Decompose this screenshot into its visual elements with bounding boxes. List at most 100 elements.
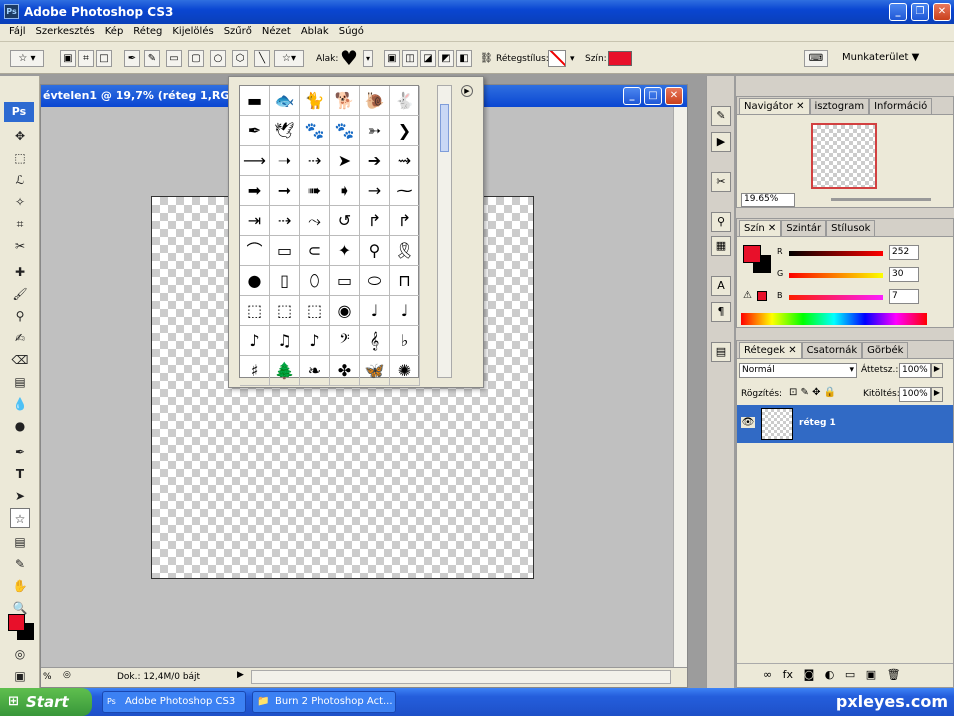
polygon-shape-icon[interactable]: ⬡ xyxy=(232,50,248,67)
clone-stamp-icon[interactable]: ⚲ xyxy=(10,306,30,326)
layer-visibility-eye-icon[interactable]: 👁 xyxy=(741,417,755,428)
blur-tool-icon[interactable]: 💧 xyxy=(10,394,30,414)
shape-cell[interactable]: 🐾 xyxy=(330,116,360,146)
close-button[interactable]: ✕ xyxy=(933,3,951,21)
opacity-arrow[interactable]: ▶ xyxy=(931,363,943,378)
menu-edit[interactable]: Szerkesztés xyxy=(31,24,100,41)
tab-info[interactable]: Információ xyxy=(869,98,933,114)
slice-tool-icon[interactable]: ✂ xyxy=(10,236,30,256)
shape-cell[interactable]: ▯ xyxy=(270,266,300,296)
dock-paragraph-icon[interactable]: ¶ xyxy=(711,302,731,322)
tab-histogram[interactable]: isztogram xyxy=(809,98,870,114)
zoom-readout[interactable]: % xyxy=(43,672,52,682)
paths-icon[interactable]: ⌗ xyxy=(78,50,94,67)
dock-tools-icon[interactable]: ✂ xyxy=(711,172,731,192)
doc-close-button[interactable]: ✕ xyxy=(665,87,683,105)
navigator-preview[interactable] xyxy=(811,123,877,189)
shape-cell[interactable]: ⟶ xyxy=(240,146,270,176)
ellipse-shape-icon[interactable]: ○ xyxy=(210,50,226,67)
shape-cell[interactable]: ➡ xyxy=(240,176,270,206)
shape-cell[interactable]: ⤳ xyxy=(300,206,330,236)
custom-shape-tool-icon[interactable]: ☆ xyxy=(10,508,30,528)
shape-cell[interactable]: ✒ xyxy=(240,116,270,146)
adjustment-layer-icon[interactable]: ◐ xyxy=(825,668,835,681)
start-button[interactable]: ⊞ Start xyxy=(0,688,92,716)
shape-cell[interactable]: ⇢ xyxy=(300,146,330,176)
shape-cell[interactable]: ⇢ xyxy=(270,206,300,236)
screen-mode-icon[interactable]: ▣ xyxy=(10,666,30,686)
shape-cell[interactable]: ⚲ xyxy=(360,236,390,266)
shape-cell[interactable]: 🌲 xyxy=(270,356,300,386)
shape-cell[interactable]: ↱ xyxy=(360,206,390,236)
shape-cell[interactable]: ➝ xyxy=(270,146,300,176)
workspace-menu[interactable]: Munkaterület ▼ xyxy=(842,52,919,63)
shape-cell[interactable]: ⬚ xyxy=(240,296,270,326)
shape-cell[interactable]: ♪ xyxy=(240,326,270,356)
opacity-field[interactable]: 100% xyxy=(899,363,931,378)
shape-cell[interactable]: 🦋 xyxy=(360,356,390,386)
minimize-button[interactable]: _ xyxy=(889,3,907,21)
ps-logo[interactable]: Ps xyxy=(4,102,34,122)
history-brush-icon[interactable]: ✍ xyxy=(10,328,30,348)
menu-help[interactable]: Súgó xyxy=(334,24,369,41)
g-slider[interactable] xyxy=(789,273,883,278)
brush-tool-icon[interactable]: 🖌 xyxy=(10,284,30,304)
picker-scrollbar[interactable] xyxy=(437,85,452,378)
hand-tool-icon[interactable]: ✋ xyxy=(10,576,30,596)
r-value-field[interactable]: 252 xyxy=(889,245,919,260)
dock-brush-icon[interactable]: ✎ xyxy=(711,106,731,126)
menu-view[interactable]: Nézet xyxy=(257,24,296,41)
picker-menu-icon[interactable]: ▶ xyxy=(461,85,473,97)
b-slider[interactable] xyxy=(789,295,883,300)
freeform-pen-icon[interactable]: ✎ xyxy=(144,50,160,67)
lasso-tool-icon[interactable]: ℒ xyxy=(10,170,30,190)
custom-shape-icon[interactable]: ☆▾ xyxy=(274,50,304,67)
delete-layer-icon[interactable]: 🗑 xyxy=(887,668,901,681)
shape-cell[interactable]: 🐈 xyxy=(300,86,330,116)
rounded-rectangle-icon[interactable]: ▢ xyxy=(188,50,204,67)
shape-color-swatch[interactable] xyxy=(608,51,632,66)
shape-cell[interactable]: ♪ xyxy=(300,326,330,356)
gamut-warning-icon[interactable]: ⚠ xyxy=(743,290,752,301)
link-layers-icon[interactable]: ∞ xyxy=(763,668,772,681)
dock-actions-icon[interactable]: ▶ xyxy=(711,132,731,152)
new-group-icon[interactable]: ▭ xyxy=(845,668,855,681)
layer-mask-icon[interactable]: ◙ xyxy=(804,668,815,681)
shape-cell[interactable]: ⁓ xyxy=(390,176,420,206)
menu-layer[interactable]: Réteg xyxy=(128,24,167,41)
link-icon[interactable]: ⛓ xyxy=(480,53,493,64)
gamut-color-swatch[interactable] xyxy=(757,291,767,301)
dock-character-icon[interactable]: A xyxy=(711,276,731,296)
fill-pixels-icon[interactable]: □ xyxy=(96,50,112,67)
shape-cell[interactable]: 𝄞 xyxy=(360,326,390,356)
b-value-field[interactable]: 7 xyxy=(889,289,919,304)
shape-cell[interactable]: ➞ xyxy=(270,176,300,206)
quick-mask-icon[interactable]: ◎ xyxy=(10,644,30,664)
fill-field[interactable]: 100% xyxy=(899,387,931,402)
lock-icons[interactable]: ⊡ ✎ ✥ 🔒 xyxy=(789,387,836,398)
status-nav-icon[interactable]: ◎ xyxy=(63,670,71,680)
shape-cell[interactable]: ⬚ xyxy=(270,296,300,326)
shape-cell[interactable]: ▬ xyxy=(240,86,270,116)
shape-cell[interactable]: 🐇 xyxy=(390,86,420,116)
shape-cell[interactable]: ◉ xyxy=(330,296,360,326)
shape-cell[interactable]: ♯ xyxy=(240,356,270,386)
exclude-mode-icon[interactable]: ◧ xyxy=(456,50,472,67)
menu-select[interactable]: Kijelölés xyxy=(167,24,218,41)
shape-cell[interactable]: 🕊 xyxy=(270,116,300,146)
rectangle-shape-icon[interactable]: ▭ xyxy=(166,50,182,67)
dock-layer-comps-icon[interactable]: ▦ xyxy=(711,236,731,256)
menu-file[interactable]: Fájl xyxy=(4,24,31,41)
line-shape-icon[interactable]: ╲ xyxy=(254,50,270,67)
shape-cell[interactable]: ➠ xyxy=(300,176,330,206)
tab-layers[interactable]: Rétegek ✕ xyxy=(739,342,802,358)
layer-style-dropdown-icon[interactable]: ▾ xyxy=(570,54,575,64)
shape-layers-icon[interactable]: ▣ xyxy=(60,50,76,67)
navigator-zoom-field[interactable]: 19.65% xyxy=(741,193,795,207)
panel-foreground-swatch[interactable] xyxy=(743,245,761,263)
doc-maximize-button[interactable]: □ xyxy=(644,87,662,105)
menu-window[interactable]: Ablak xyxy=(296,24,334,41)
tab-channels[interactable]: Csatornák xyxy=(801,342,863,358)
shape-cell[interactable]: ⊓ xyxy=(390,266,420,296)
layer-style-swatch[interactable] xyxy=(548,50,566,67)
